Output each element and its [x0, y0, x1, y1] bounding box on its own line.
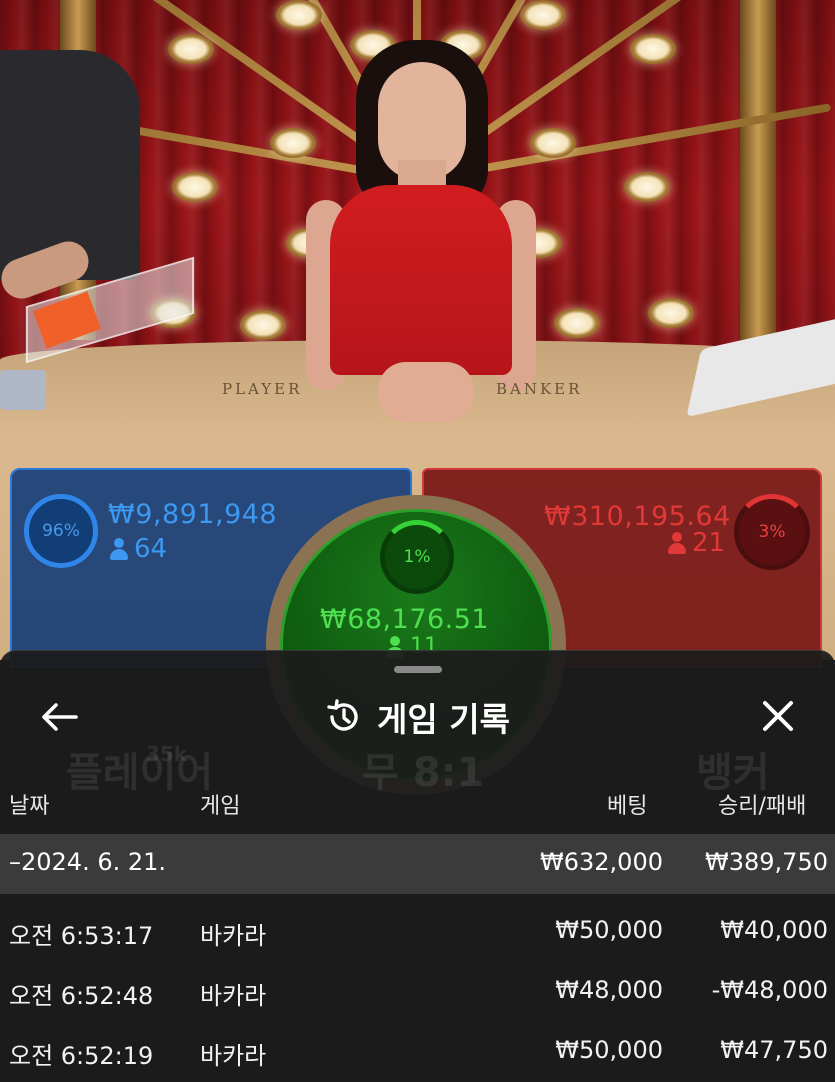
decor-light [554, 308, 600, 338]
close-button[interactable] [754, 692, 802, 740]
table-row[interactable]: 오전 6:53:17 바카라 ₩50,000 ₩40,000 [0, 910, 835, 950]
player-bet-amount: ₩9,891,948 [108, 499, 278, 530]
bg-chip-label: 35k [146, 742, 188, 766]
decor-light [276, 0, 322, 30]
decor-light [270, 128, 316, 158]
column-header-game: 게임 [200, 794, 241, 819]
banker-percent: 3% [758, 522, 786, 542]
decor-light [172, 172, 218, 202]
summary-result: ₩389,750 [705, 848, 828, 876]
decor-light [648, 298, 694, 328]
decor-pillar [740, 0, 776, 340]
banker-bettor-number: 21 [692, 528, 726, 558]
row-bet: ₩50,000 [555, 916, 663, 944]
summary-bet: ₩632,000 [540, 848, 663, 876]
tie-percent-ring: 1% [380, 520, 454, 594]
table-row[interactable]: 오전 6:52:48 바카라 ₩48,000 -₩48,000 [0, 970, 835, 1010]
card-deck [0, 370, 46, 410]
decor-light [530, 128, 576, 158]
row-game: 바카라 [200, 1042, 267, 1070]
tie-percent: 1% [403, 547, 431, 567]
column-header-result: 승리/패배 [718, 794, 807, 819]
decor-light [168, 34, 214, 64]
dealer-dress [330, 185, 512, 375]
day-summary-row[interactable]: –2024. 6. 21. ₩632,000 ₩389,750 [0, 834, 835, 894]
summary-date: –2024. 6. 21. [9, 848, 167, 876]
person-icon [668, 532, 686, 554]
row-bet: ₩50,000 [555, 1036, 663, 1064]
sheet-header: 게임 기록 [0, 694, 835, 740]
row-bet: ₩48,000 [555, 976, 663, 1004]
decor-light [624, 172, 670, 202]
row-time: 오전 6:53:17 [9, 922, 154, 950]
history-icon [327, 699, 358, 731]
bg-label-player: 플레이어 [66, 750, 214, 796]
table-label-banker: BANKER [496, 380, 583, 398]
row-time: 오전 6:52:19 [9, 1042, 154, 1070]
row-result: ₩47,750 [720, 1036, 828, 1064]
table-label-player: PLAYER [222, 380, 303, 398]
player-bettor-count: 64 [110, 534, 167, 564]
dealer-hands [378, 362, 474, 422]
decor-light [520, 0, 566, 30]
column-header-bet: 베팅 [607, 794, 648, 819]
banker-percent-ring: 3% [734, 494, 810, 570]
table-row[interactable]: 오전 6:52:19 바카라 ₩50,000 ₩47,750 [0, 1030, 835, 1070]
row-result: ₩40,000 [720, 916, 828, 944]
column-header-date: 날짜 [9, 794, 50, 819]
tie-bet-amount: ₩68,176.51 [320, 604, 490, 635]
close-icon [763, 701, 793, 731]
banker-bettor-count: 21 [668, 528, 725, 558]
player-bettor-number: 64 [134, 534, 168, 564]
player-percent: 96% [42, 521, 80, 541]
page-title: 게임 기록 [377, 700, 510, 739]
row-game: 바카라 [200, 982, 267, 1010]
person-icon [110, 538, 128, 560]
player-percent-ring: 96% [24, 494, 98, 568]
row-game: 바카라 [200, 922, 267, 950]
decor-light [630, 34, 676, 64]
bg-label-tie: 무 8:1 [362, 750, 485, 796]
sheet-drag-handle[interactable] [394, 666, 442, 673]
decor-light [240, 310, 286, 340]
row-time: 오전 6:52:48 [9, 982, 154, 1010]
row-result: -₩48,000 [711, 976, 828, 1004]
